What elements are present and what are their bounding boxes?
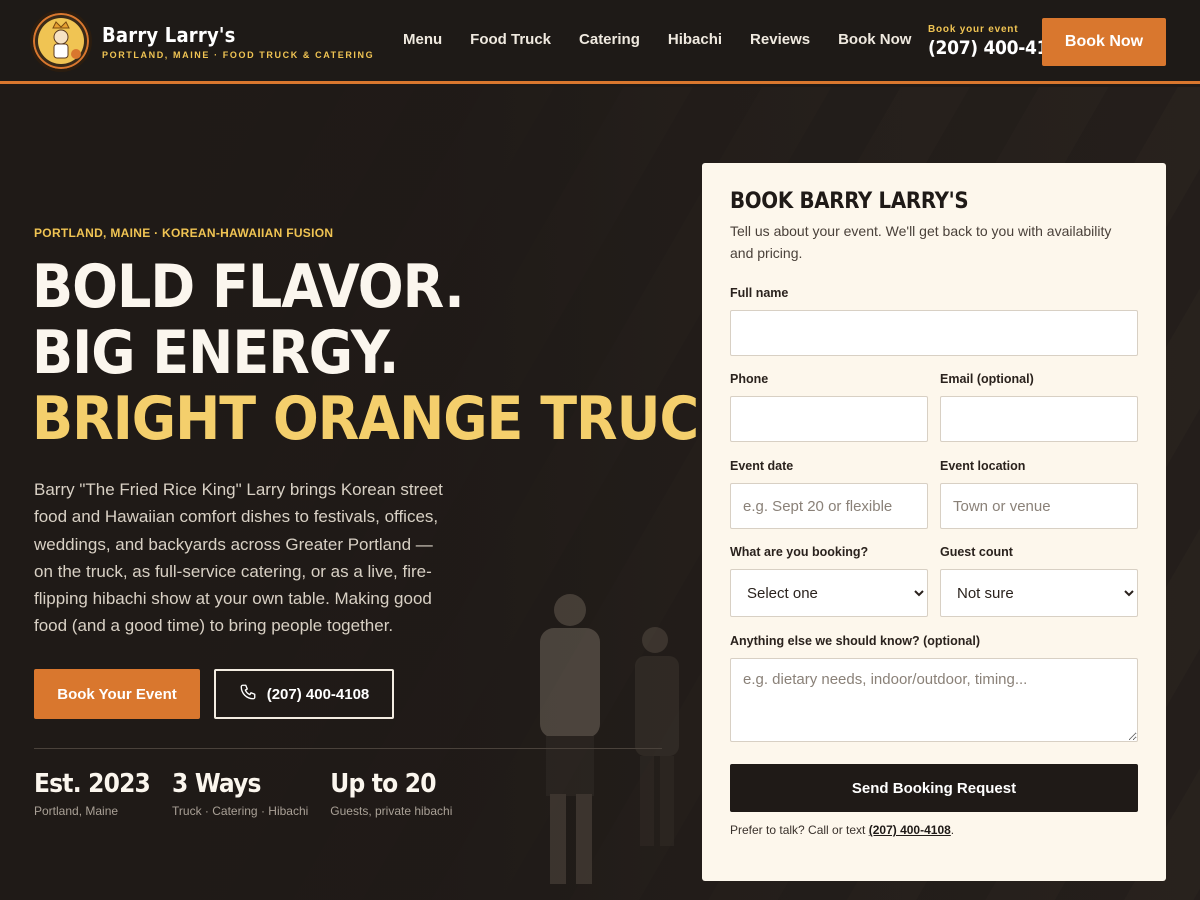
nav-item-food-truck[interactable]: Food Truck	[470, 31, 551, 48]
phone-input[interactable]	[730, 396, 928, 442]
send-booking-request-button[interactable]: Send Booking Request	[730, 764, 1138, 812]
booking-type-row: What are you booking? Select one Guest c…	[730, 545, 1138, 617]
email-input[interactable]	[940, 396, 1138, 442]
notes-label: Anything else we should know? (optional)	[730, 634, 980, 648]
book-your-event-button[interactable]: Book Your Event	[34, 669, 200, 719]
stat-label: Portland, Maine	[34, 804, 119, 818]
alt-contact-note: Prefer to talk? Call or text (207) 400-4…	[730, 823, 954, 837]
full-name-label: Full name	[730, 286, 789, 300]
hero-divider	[34, 748, 662, 749]
headline-line-2: BIG ENERGY.	[32, 318, 399, 388]
headline-line-3: BRIGHT ORANGE TRUCK.	[32, 384, 759, 454]
event-date-label: Event date	[730, 459, 794, 473]
hero-stats: Est. 2023 Portland, Maine 3 Ways Truck ·…	[34, 768, 474, 818]
event-date-input[interactable]	[730, 483, 928, 529]
site-header: Barry Larry's PORTLAND, MAINE · FOOD TRU…	[0, 0, 1200, 84]
booking-form: BOOK BARRY LARRY'S Tell us about your ev…	[702, 163, 1166, 881]
event-location-input[interactable]	[940, 483, 1138, 529]
headline-line-1: BOLD FLAVOR.	[32, 252, 465, 322]
hero-kicker: PORTLAND, MAINE · KOREAN-HAWAIIAN FUSION	[34, 226, 334, 240]
alt-contact-prefix: Prefer to talk? Call or text	[730, 823, 869, 837]
guest-count-select[interactable]: Not sure	[940, 569, 1138, 617]
phone-icon	[239, 683, 257, 705]
stat-guests: Up to 20 Guests, private hibachi	[330, 768, 452, 818]
header-book-now-button[interactable]: Book Now	[1042, 18, 1166, 66]
brand-logo-link[interactable]: Barry Larry's PORTLAND, MAINE · FOOD TRU…	[30, 10, 374, 72]
email-label: Email (optional)	[940, 372, 1034, 386]
call-phone-button[interactable]: (207) 400-4108	[214, 669, 394, 719]
form-title: BOOK BARRY LARRY'S	[730, 189, 969, 214]
brand-name: Barry Larry's	[102, 22, 236, 47]
alt-contact-suffix: .	[950, 823, 955, 837]
nav-item-book-now[interactable]: Book Now	[838, 31, 911, 48]
crowd-photo-silhouette	[540, 594, 679, 884]
stat-established: Est. 2023 Portland, Maine	[34, 768, 151, 818]
booking-type-select[interactable]: Select one	[730, 569, 928, 617]
stat-label: Truck · Catering · Hibachi	[172, 804, 309, 818]
full-name-field-group: Full name	[730, 286, 1138, 356]
contact-row: Phone Email (optional)	[730, 372, 1138, 442]
nav-item-reviews[interactable]: Reviews	[750, 31, 810, 48]
hero-headline: BOLD FLAVOR. BIG ENERGY. BRIGHT ORANGE T…	[32, 252, 759, 454]
hero-description: Barry "The Fried Rice King" Larry brings…	[34, 480, 443, 636]
stat-value: 3 Ways	[172, 769, 261, 799]
main-nav: Menu Food Truck Catering Hibachi Reviews…	[403, 31, 939, 48]
alt-contact-phone-link[interactable]: (207) 400-4108	[869, 823, 951, 837]
stat-ways: 3 Ways Truck · Catering · Hibachi	[172, 768, 308, 818]
call-phone-label: (207) 400-4108	[266, 685, 370, 703]
notes-field-group: Anything else we should know? (optional)	[730, 634, 1138, 747]
booking-type-label: What are you booking?	[730, 545, 869, 559]
nav-item-catering[interactable]: Catering	[579, 31, 640, 48]
mascot-logo-icon	[30, 10, 92, 72]
stat-value: Est. 2023	[34, 769, 151, 799]
stat-label: Guests, private hibachi	[330, 804, 453, 818]
nav-item-menu[interactable]: Menu	[403, 31, 442, 48]
phone-label: Phone	[730, 372, 769, 386]
full-name-input[interactable]	[730, 310, 1138, 356]
notes-textarea[interactable]	[730, 658, 1138, 742]
stat-value: Up to 20	[330, 769, 436, 799]
guest-count-label: Guest count	[940, 545, 1013, 559]
form-subtitle: Tell us about your event. We'll get back…	[730, 223, 1112, 261]
nav-item-hibachi[interactable]: Hibachi	[668, 31, 722, 48]
brand-tagline: PORTLAND, MAINE · FOOD TRUCK & CATERING	[102, 49, 375, 60]
event-location-label: Event location	[940, 459, 1026, 473]
event-details-row: Event date Event location	[730, 459, 1138, 529]
